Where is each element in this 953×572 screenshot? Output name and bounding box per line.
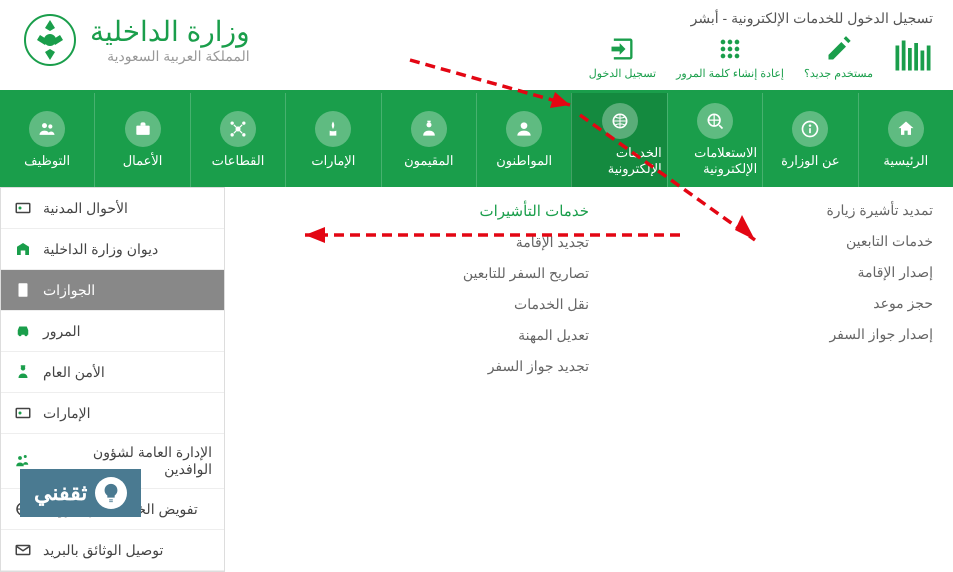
police-icon [13,362,33,382]
passport-icon [13,280,33,300]
sidebar-id[interactable]: الأحوال المدنية [1,188,224,229]
person-icon [506,111,542,147]
sidebar-label: توصيل الوثائق بالبريد [43,542,163,559]
nav-emirates[interactable]: الإمارات [285,93,380,187]
service-link[interactable]: تعديل المهنة [245,327,589,344]
nav-label: الإمارات [311,153,355,169]
nav-label: الرئيسية [883,153,928,169]
nav-person[interactable]: المواطنون [476,93,571,187]
main-nav: الرئيسية عن الوزارة الاستعلامات الإلكتروني… [0,90,953,187]
reset-password-link[interactable]: إعادة إنشاء كلمة المرور [676,35,784,80]
nav-home[interactable]: الرئيسية [858,93,953,187]
nav-sectors[interactable]: القطاعات [190,93,285,187]
nav-globe-search[interactable]: الاستعلامات الإلكترونية [667,93,762,187]
sectors-icon [220,111,256,147]
sidebar-building[interactable]: ديوان وزارة الداخلية [1,229,224,270]
bulb-icon [95,477,127,509]
nav-globe[interactable]: الخدمات الإلكترونية [571,93,666,187]
sidebar-label: الأحوال المدنية [43,200,128,217]
service-link[interactable]: تمديد تأشيرة زيارة [589,202,933,219]
globe-icon [602,103,638,139]
nav-jobs[interactable]: التوظيف [0,93,94,187]
new-user-link[interactable]: مستخدم جديد؟ [804,35,873,80]
sidebar-passport[interactable]: الجوازات [1,270,224,311]
sidebar-label: المرور [43,323,81,340]
absher-title: تسجيل الدخول للخدمات الإلكترونية - أبشر [589,10,933,27]
service-link[interactable]: نقل الخدمات [245,296,589,313]
mail-icon [13,540,33,560]
emirates-icon [315,111,351,147]
home-icon [888,111,924,147]
sidebar-police[interactable]: الأمن العام [1,352,224,393]
sidebar-car[interactable]: المرور [1,311,224,352]
service-link[interactable]: إصدار الإقامة [589,264,933,281]
nav-label: المواطنون [496,153,552,169]
info-icon [792,111,828,147]
person2-icon [411,111,447,147]
service-link[interactable]: خدمات التابعين [589,233,933,250]
service-link[interactable]: تجديد جواز السفر [245,358,589,375]
sidebar-mail[interactable]: توصيل الوثائق بالبريد [1,530,224,571]
sidebar-label: الأمن العام [43,364,105,381]
sidebar-emirates[interactable]: الإمارات [1,393,224,434]
login-link[interactable]: تسجيل الدخول [589,35,656,80]
ministry-title: وزارة الداخلية [90,15,250,48]
nav-label: التوظيف [24,153,70,169]
service-link[interactable]: تجديد الإقامة [245,234,589,251]
reset-password-label: إعادة إنشاء كلمة المرور [676,67,784,80]
globe-search-icon [697,103,733,139]
sidebar-label: الإمارات [43,405,90,422]
id-icon [13,198,33,218]
sidebar-label: الجوازات [43,282,95,299]
nav-label: عن الوزارة [781,153,840,169]
nav-label: الأعمال [123,153,163,169]
emirates-icon [13,403,33,423]
login-label: تسجيل الدخول [589,67,656,80]
building-icon [13,239,33,259]
service-link[interactable]: إصدار جواز السفر [589,326,933,343]
nav-info[interactable]: عن الوزارة [762,93,857,187]
nav-label: القطاعات [212,153,265,169]
sidebar-label: ديوان وزارة الداخلية [43,241,158,258]
car-icon [13,321,33,341]
briefcase-icon [125,111,161,147]
service-link[interactable]: تصاريح السفر للتابعين [245,265,589,282]
absher-logo[interactable] [893,38,933,78]
panel-col1-title: خدمات التأشيرات [245,202,589,220]
emblem-icon [20,10,80,70]
visitors-icon [13,451,33,471]
new-user-label: مستخدم جديد؟ [804,67,873,80]
ministry-subtitle: المملكة العربية السعودية [90,48,250,65]
nav-label: الخدمات الإلكترونية [577,145,661,177]
brand-logo[interactable]: ثقفني [20,469,141,517]
service-link[interactable]: حجز موعد [589,295,933,312]
nav-briefcase[interactable]: الأعمال [94,93,189,187]
brand-text: ثقفني [34,480,87,506]
nav-person2[interactable]: المقيمون [381,93,476,187]
jobs-icon [29,111,65,147]
nav-label: المقيمون [404,153,453,169]
nav-label: الاستعلامات الإلكترونية [673,145,757,177]
